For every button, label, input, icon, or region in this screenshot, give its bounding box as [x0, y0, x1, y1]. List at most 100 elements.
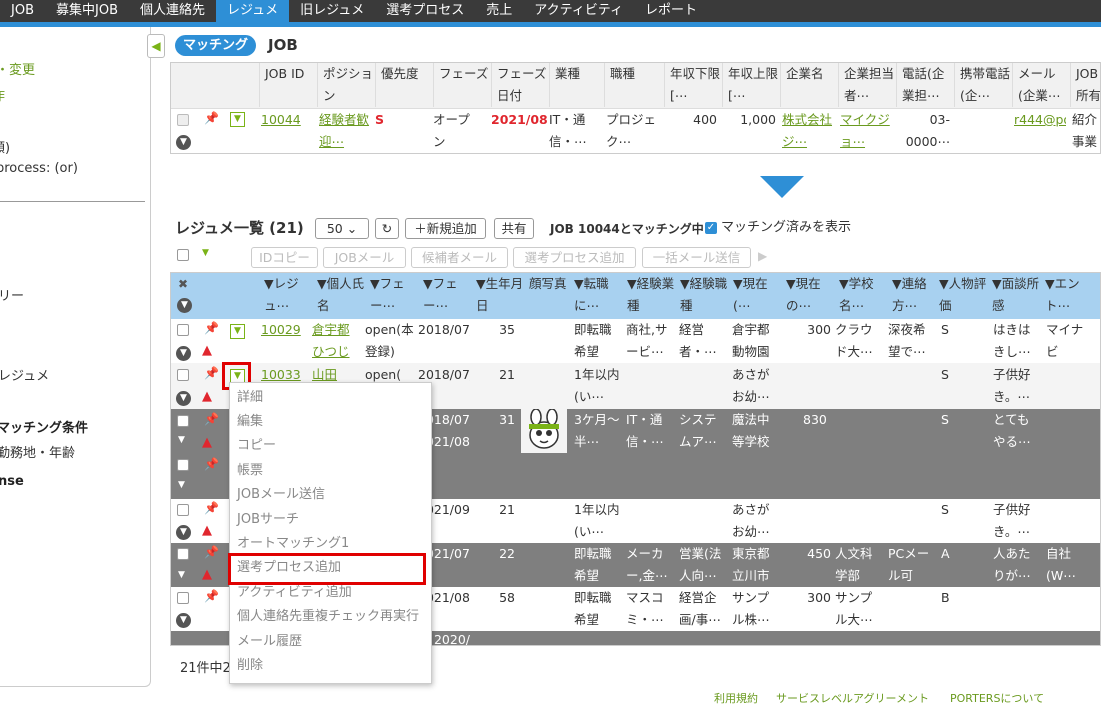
pin-icon[interactable]: 📌 [204, 501, 219, 515]
row-checkbox[interactable] [177, 369, 189, 381]
col-exp-job[interactable]: ▼経験職種 [675, 273, 728, 317]
col-priority[interactable]: 優先度 [375, 63, 433, 107]
pin-icon[interactable]: ✖ [178, 277, 188, 291]
expand-icon[interactable]: ▼ [176, 391, 191, 406]
resume-id-link[interactable]: 10029 [261, 319, 309, 341]
menu-item-mail-history[interactable]: メール履歴 [237, 632, 302, 652]
tab-report[interactable]: レポート [634, 0, 708, 22]
menu-item-edit[interactable]: 編集 [237, 412, 263, 432]
chevron-down-icon[interactable]: ▼ [178, 570, 185, 580]
col-email[interactable]: メール(企業⋯ [1012, 63, 1070, 107]
col-phase[interactable]: フェーズ [433, 63, 491, 107]
show-matched-checkbox[interactable]: ✓ [705, 222, 717, 234]
col-change[interactable]: ▼転職に⋯ [569, 273, 622, 317]
row-checkbox[interactable] [177, 592, 189, 604]
job-id-link[interactable]: 10044 [261, 109, 316, 131]
col-entry[interactable]: ▼エント⋯ [1040, 273, 1093, 317]
chevron-down-icon[interactable]: ▼ [178, 480, 185, 490]
col-phase-date[interactable]: ▼フェー⋯ [418, 273, 471, 317]
candidate-mail-button[interactable]: 候補者メール [411, 247, 508, 268]
row-menu-dropdown[interactable]: ▼ [230, 112, 245, 127]
pin-icon[interactable]: 📌 [204, 412, 219, 426]
row-checkbox[interactable] [177, 459, 189, 471]
select-all-checkbox[interactable] [177, 249, 189, 261]
col-exp-industry[interactable]: ▼経験業種 [622, 273, 675, 317]
tab-open-job[interactable]: 募集中JOB [45, 0, 129, 22]
col-rank[interactable]: ▼人物評価 [934, 273, 987, 317]
row-menu-dropdown[interactable]: ▼ [230, 324, 245, 339]
col-industry[interactable]: 業種 [549, 63, 604, 107]
refresh-button[interactable]: ↻ [375, 218, 399, 239]
pin-icon[interactable]: 📌 [204, 545, 219, 559]
tab-job[interactable]: JOB [0, 0, 45, 22]
col-memo[interactable]: ▼面談所感 [987, 273, 1040, 317]
footer-sla-link[interactable]: サービスレベルアグリーメント [776, 690, 929, 706]
pin-icon[interactable]: 📌 [204, 366, 219, 380]
col-contact-method[interactable]: ▼連絡方⋯ [887, 273, 940, 317]
play-icon[interactable]: ▶ [758, 249, 767, 263]
expand-icon[interactable]: ▼ [176, 525, 191, 540]
col-owner[interactable]: JOB所有 [1070, 63, 1100, 107]
sidebar-item[interactable]: リー [0, 285, 24, 304]
footer-terms-link[interactable]: 利用規約 [714, 690, 758, 706]
menu-item-duplicate-check[interactable]: 個人連絡先重複チェック再実行 [237, 607, 419, 627]
col-company[interactable]: 企業名 [780, 63, 838, 107]
name-link[interactable]: 倉宇都ひつじ [312, 319, 360, 363]
tab-process[interactable]: 選考プロセス [375, 0, 475, 22]
col-current[interactable]: ▼現在(⋯ [728, 273, 781, 317]
row-checkbox[interactable] [177, 114, 189, 126]
pin-icon[interactable]: 📌 [204, 111, 219, 125]
collapse-sidebar-button[interactable]: ◀ [147, 34, 165, 58]
expand-icon[interactable]: ▼ [176, 135, 191, 150]
tab-old-resume[interactable]: 旧レジュメ [289, 0, 375, 22]
bulk-mail-button[interactable]: 一括メール送信 [642, 247, 751, 268]
expand-all-icon[interactable]: ▼ [177, 298, 192, 313]
row-checkbox[interactable] [177, 415, 189, 427]
col-position[interactable]: ポジション [317, 63, 375, 107]
chevron-down-icon[interactable]: ▼ [202, 248, 209, 258]
col-salary-min[interactable]: 年収下限 [⋯ [664, 63, 722, 107]
email-link[interactable]: r444@porte⋯ [1014, 109, 1066, 131]
footer-about-link[interactable]: PORTERSについて [950, 690, 1044, 706]
expand-icon[interactable]: ▼ [176, 613, 191, 628]
pin-icon[interactable]: 📌 [204, 457, 219, 471]
col-salary-max[interactable]: 年収上限 [⋯ [722, 63, 780, 107]
col-phase-date[interactable]: フェーズ日付 [491, 63, 549, 107]
tab-activity[interactable]: アクティビティ [523, 0, 634, 22]
sidebar-item[interactable]: 勤務地・年齢 [0, 442, 75, 461]
row-checkbox[interactable] [177, 324, 189, 336]
col-mobile[interactable]: 携帯電話(企⋯ [954, 63, 1012, 107]
menu-item-form[interactable]: 帳票 [237, 461, 263, 481]
add-process-button[interactable]: 選考プロセス追加 [513, 247, 636, 268]
menu-item-detail[interactable]: 詳細 [237, 388, 263, 408]
tab-resume[interactable]: レジュメ [216, 0, 290, 22]
row-checkbox[interactable] [177, 504, 189, 516]
col-contact[interactable]: 企業担当者⋯ [838, 63, 896, 107]
row-checkbox[interactable] [177, 548, 189, 560]
menu-item-job-mail[interactable]: JOBメール送信 [237, 485, 325, 505]
tab-sales[interactable]: 売上 [475, 0, 523, 22]
menu-item-delete[interactable]: 削除 [237, 656, 263, 676]
contact-link[interactable]: マイクジョ⋯ [840, 109, 892, 153]
col-school[interactable]: ▼学校名⋯ [834, 273, 887, 317]
position-link[interactable]: 経験者歓迎⋯ [319, 109, 371, 153]
pin-icon[interactable]: 📌 [204, 321, 219, 335]
menu-item-job-search[interactable]: JOBサーチ [237, 510, 299, 530]
page-size-select[interactable]: 50 ⌄ [315, 218, 369, 239]
sidebar-item[interactable]: ・変更 [0, 59, 35, 78]
pin-icon[interactable]: 📌 [204, 589, 219, 603]
tab-contacts[interactable]: 個人連絡先 [129, 0, 216, 22]
sidebar-item[interactable]: レジュメ [0, 365, 49, 384]
col-current-salary[interactable]: ▼現在の⋯ [781, 273, 834, 317]
col-birthdate[interactable]: ▼生年月日 [471, 273, 524, 317]
menu-item-add-activity[interactable]: アクティビティ追加 [237, 583, 352, 603]
expand-icon[interactable]: ▼ [176, 346, 191, 361]
share-button[interactable]: 共有 [494, 218, 534, 239]
job-mail-button[interactable]: JOBメール [323, 247, 406, 268]
new-resume-button[interactable]: ＋新規追加 [405, 218, 486, 239]
company-link[interactable]: 株式会社ジ⋯ [782, 109, 834, 153]
col-phone[interactable]: 電話(企業担⋯ [896, 63, 954, 107]
id-copy-button[interactable]: IDコピー [251, 247, 318, 268]
col-resume-id[interactable]: ▼レジュ⋯ [259, 273, 312, 317]
chevron-down-icon[interactable]: ▼ [178, 435, 185, 445]
